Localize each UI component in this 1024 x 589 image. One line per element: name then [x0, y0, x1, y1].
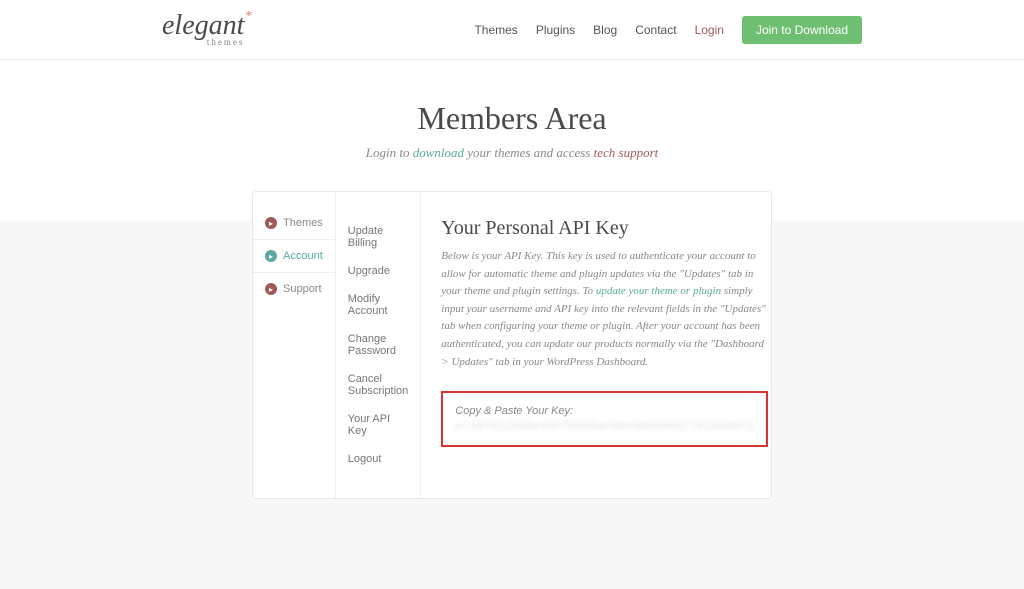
update-theme-link[interactable]: update your theme or plugin	[596, 285, 721, 297]
subnav-cancel-subscription[interactable]: Cancel Subscription	[348, 365, 409, 405]
sidebar-item-themes[interactable]: ▸ Themes	[253, 207, 335, 239]
hero: Members Area Login to download your them…	[0, 60, 1024, 191]
sidebar-item-label: Themes	[283, 217, 323, 229]
subnav-modify-account[interactable]: Modify Account	[348, 285, 409, 325]
main-nav: Themes Plugins Blog Contact Login Join t…	[474, 16, 862, 44]
key-label: Copy & Paste Your Key:	[455, 405, 753, 417]
subnav-upgrade[interactable]: Upgrade	[348, 257, 409, 285]
nav-blog[interactable]: Blog	[593, 23, 617, 37]
logo[interactable]: elegant* themes	[162, 12, 244, 47]
page-title: Members Area	[0, 100, 1024, 137]
api-key-box: Copy & Paste Your Key: e7187e12b58e437fb…	[441, 391, 767, 447]
subnav-api-key[interactable]: Your API Key	[348, 405, 409, 445]
subnav-logout[interactable]: Logout	[348, 445, 409, 473]
nav-plugins[interactable]: Plugins	[536, 23, 575, 37]
download-link[interactable]: download	[413, 145, 464, 160]
site-header: elegant* themes Themes Plugins Blog Cont…	[0, 0, 1024, 60]
nav-themes[interactable]: Themes	[474, 23, 517, 37]
asterisk-icon: *	[245, 10, 252, 24]
key-value[interactable]: e7187e12b58e437fb846acb0c9b099047761db4e…	[455, 421, 753, 433]
page-subtitle: Login to download your themes and access…	[0, 145, 1024, 161]
sidebar-item-label: Account	[283, 250, 323, 262]
account-subnav: Update Billing Upgrade Modify Account Ch…	[336, 192, 422, 498]
content-description: Below is your API Key. This key is used …	[441, 248, 767, 371]
members-panel: ▸ Themes ▸ Account ▸ Support Update Bill…	[252, 191, 772, 499]
join-button[interactable]: Join to Download	[742, 16, 862, 44]
subnav-update-billing[interactable]: Update Billing	[348, 217, 409, 257]
subnav-change-password[interactable]: Change Password	[348, 325, 409, 365]
content: Your Personal API Key Below is your API …	[421, 192, 787, 498]
content-heading: Your Personal API Key	[441, 217, 767, 240]
sidebar-item-label: Support	[283, 283, 322, 295]
sidebar: ▸ Themes ▸ Account ▸ Support	[253, 192, 336, 498]
arrow-icon: ▸	[265, 217, 277, 229]
tech-support-link[interactable]: tech support	[594, 145, 659, 160]
arrow-icon: ▸	[265, 250, 277, 262]
nav-login[interactable]: Login	[695, 23, 724, 37]
sidebar-item-account[interactable]: ▸ Account	[253, 239, 335, 273]
sidebar-item-support[interactable]: ▸ Support	[253, 273, 335, 305]
arrow-icon: ▸	[265, 283, 277, 295]
nav-contact[interactable]: Contact	[635, 23, 676, 37]
